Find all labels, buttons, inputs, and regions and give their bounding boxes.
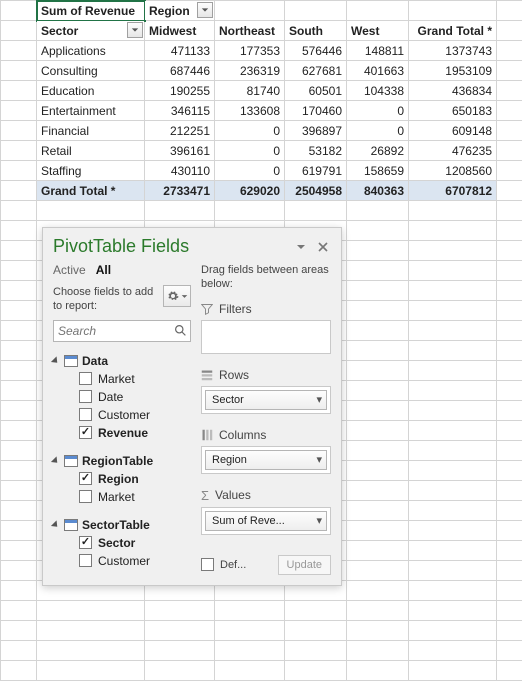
field-date[interactable]: Date <box>53 388 191 406</box>
rows-icon <box>201 369 213 381</box>
checkbox[interactable] <box>79 472 92 485</box>
col-header: West <box>347 21 409 41</box>
columns-icon <box>201 429 213 441</box>
update-button[interactable]: Update <box>278 555 331 575</box>
grand-total-row: Grand Total * 2733471 629020 2504958 840… <box>1 181 522 201</box>
column-field-cell[interactable]: Region <box>145 1 215 21</box>
choose-fields-label: Choose fields to add to report: <box>53 285 159 314</box>
checkbox[interactable] <box>79 390 92 403</box>
col-header-grand-total: Grand Total * <box>409 21 497 41</box>
table-icon <box>64 455 78 467</box>
table-row: Education 190255 81740 60501 104338 4368… <box>1 81 522 101</box>
field-market[interactable]: Market <box>53 370 191 388</box>
pivottable-fields-pane[interactable]: PivotTable Fields Active All Choose fiel… <box>42 227 342 586</box>
table-row: Applications 471133 177353 576446 148811… <box>1 41 522 61</box>
chevron-down-icon: ▾ <box>316 393 322 406</box>
table-row: Consulting 687446 236319 627681 401663 1… <box>1 61 522 81</box>
table-icon <box>64 355 78 367</box>
tab-all[interactable]: All <box>96 263 111 277</box>
column-field-dropdown[interactable] <box>197 2 213 18</box>
defer-checkbox[interactable] <box>201 558 214 571</box>
tab-active[interactable]: Active <box>53 263 86 277</box>
field-tree[interactable]: Data Market Date Customer Revenue Region… <box>53 352 191 570</box>
checkbox[interactable] <box>79 426 92 439</box>
column-field-label: Region <box>149 4 190 18</box>
col-header: South <box>285 21 347 41</box>
filters-drop-area[interactable] <box>201 320 331 354</box>
expand-icon <box>51 520 60 529</box>
search-input[interactable] <box>53 320 191 342</box>
field-sector[interactable]: Sector <box>53 534 191 552</box>
checkbox[interactable] <box>79 554 92 567</box>
close-icon[interactable] <box>315 239 331 255</box>
expand-icon <box>51 456 60 465</box>
filters-label: Filters <box>219 302 252 316</box>
field-customer[interactable]: Customer <box>53 406 191 424</box>
chevron-down-icon: ▾ <box>316 453 322 466</box>
row-field-label: Sector <box>41 24 78 38</box>
chevron-down-icon <box>181 293 188 300</box>
values-label: Values <box>215 488 251 502</box>
expand-icon <box>51 356 60 365</box>
filter-icon <box>201 303 213 315</box>
table-row: Entertainment 346115 133608 170460 0 650… <box>1 101 522 121</box>
defer-label: Def... <box>220 559 272 571</box>
columns-label: Columns <box>219 428 266 442</box>
values-drop-area[interactable]: Sum of Reve... ▾ <box>201 507 331 535</box>
table-row: Retail 396161 0 53182 26892 476235 <box>1 141 522 161</box>
rows-drop-area[interactable]: Sector ▾ <box>201 386 331 414</box>
search-icon[interactable] <box>172 323 188 339</box>
field-region[interactable]: Region <box>53 470 191 488</box>
field-customer-2[interactable]: Customer <box>53 552 191 570</box>
tree-table-data[interactable]: Data <box>53 352 191 370</box>
gear-icon <box>167 290 179 302</box>
chevron-down-icon: ▾ <box>316 514 322 527</box>
drag-hint: Drag fields between areas below: <box>201 263 331 292</box>
field-revenue[interactable]: Revenue <box>53 424 191 442</box>
checkbox[interactable] <box>79 536 92 549</box>
pane-tools-dropdown[interactable] <box>293 239 309 255</box>
table-row: Staffing 430110 0 619791 158659 1208560 <box>1 161 522 181</box>
sigma-icon: Σ <box>201 488 209 503</box>
row-field-cell[interactable]: Sector <box>37 21 145 41</box>
table-icon <box>64 519 78 531</box>
table-row: Financial 212251 0 396897 0 609148 <box>1 121 522 141</box>
checkbox[interactable] <box>79 490 92 503</box>
rows-label: Rows <box>219 368 249 382</box>
columns-pill-region[interactable]: Region ▾ <box>205 450 327 470</box>
tree-table-sector[interactable]: SectorTable <box>53 516 191 534</box>
row-field-dropdown[interactable] <box>127 22 143 38</box>
checkbox[interactable] <box>79 372 92 385</box>
pane-title: PivotTable Fields <box>53 236 287 257</box>
col-header: Northeast <box>215 21 285 41</box>
tree-table-region[interactable]: RegionTable <box>53 452 191 470</box>
field-list-tabs: Active All <box>53 263 191 277</box>
rows-pill-sector[interactable]: Sector ▾ <box>205 390 327 410</box>
measure-cell[interactable]: Sum of Revenue <box>37 1 145 21</box>
field-market-2[interactable]: Market <box>53 488 191 506</box>
col-header: Midwest <box>145 21 215 41</box>
columns-drop-area[interactable]: Region ▾ <box>201 446 331 474</box>
measure-label: Sum of Revenue <box>41 4 135 18</box>
tools-button[interactable] <box>163 285 191 307</box>
values-pill-revenue[interactable]: Sum of Reve... ▾ <box>205 511 327 531</box>
checkbox[interactable] <box>79 408 92 421</box>
